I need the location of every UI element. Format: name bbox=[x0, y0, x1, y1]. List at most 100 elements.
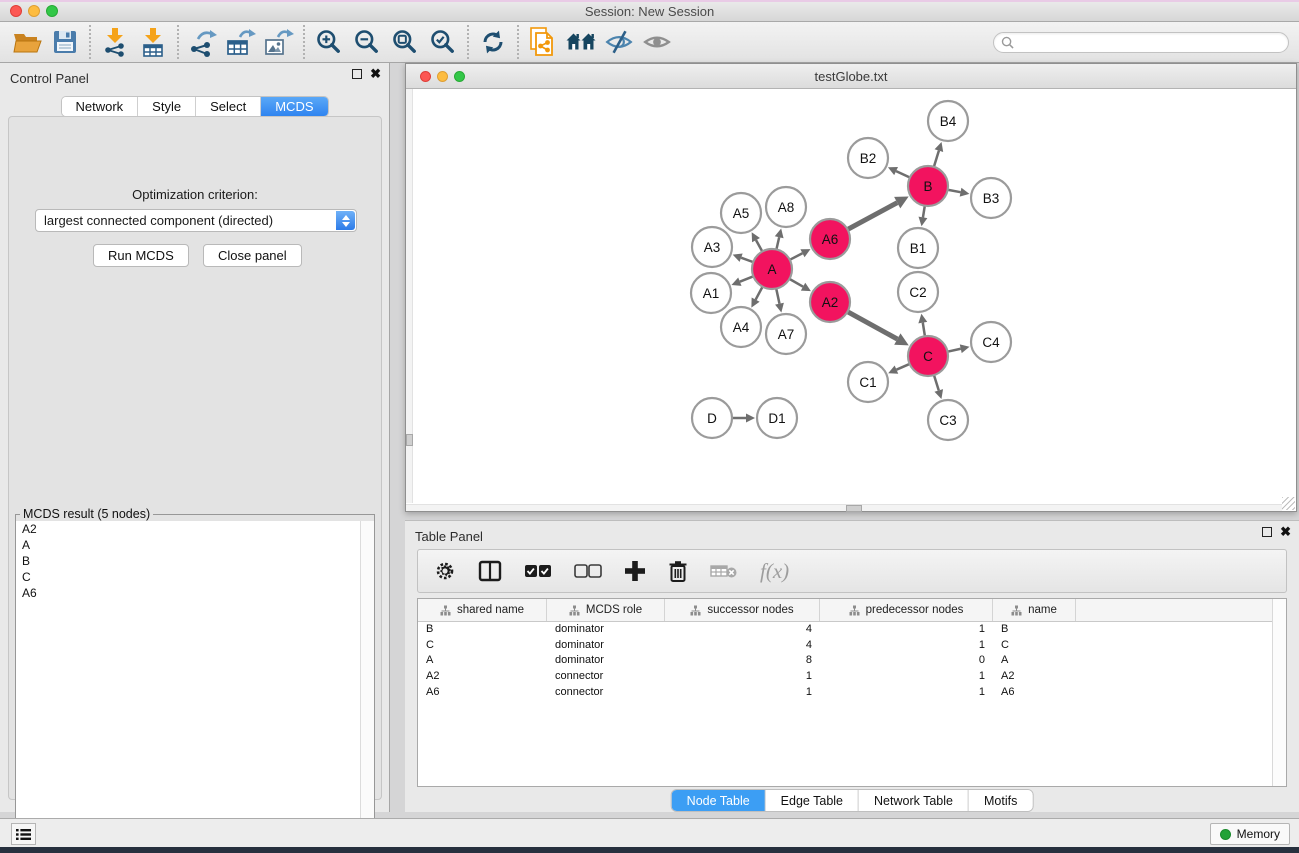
table-cell[interactable]: connector bbox=[547, 669, 665, 685]
search-input[interactable] bbox=[1014, 35, 1288, 51]
graph-edge-A-A7[interactable] bbox=[776, 289, 779, 304]
table-cell[interactable]: 1 bbox=[820, 685, 993, 701]
mcds-result-item[interactable]: A2 bbox=[16, 521, 374, 537]
table-cell[interactable]: A2 bbox=[418, 669, 547, 685]
graph-edge-A2-C[interactable] bbox=[848, 312, 898, 339]
column-header-MCDS-role[interactable]: MCDS role bbox=[547, 599, 665, 621]
table-cell[interactable]: 4 bbox=[665, 622, 820, 638]
column-header-successor-nodes[interactable]: successor nodes bbox=[665, 599, 820, 621]
network-hscroll-thumb[interactable] bbox=[846, 505, 862, 512]
network-vertical-scrollbar[interactable] bbox=[406, 89, 413, 503]
add-column-button[interactable] bbox=[624, 560, 646, 582]
delete-column-button[interactable] bbox=[668, 560, 688, 583]
float-table-panel-icon[interactable] bbox=[1262, 527, 1272, 537]
table-row[interactable]: A2connector11A2 bbox=[418, 669, 1286, 685]
zoom-selected-button[interactable] bbox=[424, 25, 462, 59]
table-cell[interactable]: 1 bbox=[820, 669, 993, 685]
graph-edge-C-C3[interactable] bbox=[934, 375, 939, 390]
column-layout-button[interactable] bbox=[478, 560, 502, 582]
mcds-result-item[interactable]: C bbox=[16, 569, 374, 585]
network-window-titlebar[interactable]: testGlobe.txt bbox=[406, 64, 1296, 89]
delete-table-button[interactable] bbox=[710, 563, 738, 579]
tab-select[interactable]: Select bbox=[196, 97, 261, 116]
graph-edge-A-A5[interactable] bbox=[756, 240, 762, 251]
zoom-out-button[interactable] bbox=[348, 25, 386, 59]
table-row[interactable]: Bdominator41B bbox=[418, 622, 1286, 638]
graph-edge-B-B3[interactable] bbox=[948, 190, 961, 192]
tab-mcds[interactable]: MCDS bbox=[261, 97, 327, 116]
graph-edge-C-C4[interactable] bbox=[948, 349, 961, 352]
graph-edge-C-C1[interactable] bbox=[896, 364, 909, 370]
export-image-button[interactable] bbox=[260, 25, 298, 59]
graph-edge-A-A3[interactable] bbox=[741, 258, 753, 262]
column-header-predecessor-nodes[interactable]: predecessor nodes bbox=[820, 599, 993, 621]
close-panel-icon[interactable]: ✖ bbox=[370, 69, 381, 79]
graph-edge-C-C2[interactable] bbox=[923, 323, 925, 337]
refresh-button[interactable] bbox=[474, 25, 512, 59]
graph-edge-A-A4[interactable] bbox=[756, 287, 763, 300]
mcds-result-item[interactable]: B bbox=[16, 553, 374, 569]
save-session-button[interactable] bbox=[46, 25, 84, 59]
table-cell[interactable]: 1 bbox=[665, 669, 820, 685]
network-document-button[interactable] bbox=[524, 25, 562, 59]
import-table-button[interactable] bbox=[134, 25, 172, 59]
function-builder-button[interactable]: f(x) bbox=[760, 559, 789, 584]
graph-edge-A-A6[interactable] bbox=[790, 253, 803, 260]
table-cell[interactable]: 8 bbox=[665, 653, 820, 669]
close-panel-button[interactable]: Close panel bbox=[203, 244, 302, 267]
show-panels-button[interactable] bbox=[638, 25, 676, 59]
column-header-shared-name[interactable]: shared name bbox=[418, 599, 547, 621]
table-row[interactable]: A6connector11A6 bbox=[418, 685, 1286, 701]
mcds-result-item[interactable]: A6 bbox=[16, 585, 374, 601]
tab-network[interactable]: Network bbox=[61, 97, 138, 116]
mcds-result-list[interactable]: A2ABCA6 bbox=[16, 521, 374, 844]
table-row[interactable]: Cdominator41C bbox=[418, 638, 1286, 654]
table-cell[interactable]: 0 bbox=[820, 653, 993, 669]
open-file-button[interactable] bbox=[8, 25, 46, 59]
zoom-fit-button[interactable] bbox=[386, 25, 424, 59]
tab-style[interactable]: Style bbox=[138, 97, 196, 116]
table-cell[interactable]: B bbox=[418, 622, 547, 638]
table-cell[interactable]: dominator bbox=[547, 638, 665, 654]
select-all-button[interactable] bbox=[524, 564, 552, 578]
table-cell[interactable]: 1 bbox=[820, 622, 993, 638]
table-cell[interactable]: A bbox=[993, 653, 1076, 669]
deselect-all-button[interactable] bbox=[574, 564, 602, 578]
table-cell[interactable]: 4 bbox=[665, 638, 820, 654]
mcds-result-scrollbar[interactable] bbox=[360, 521, 374, 844]
table-cell[interactable]: B bbox=[993, 622, 1076, 638]
float-panel-icon[interactable] bbox=[352, 69, 362, 79]
table-cell[interactable]: A bbox=[418, 653, 547, 669]
table-cell[interactable]: connector bbox=[547, 685, 665, 701]
run-mcds-button[interactable]: Run MCDS bbox=[93, 244, 189, 267]
table-cell[interactable]: A2 bbox=[993, 669, 1076, 685]
tab-edge-table[interactable]: Edge Table bbox=[766, 790, 859, 811]
graph-edge-A-A8[interactable] bbox=[776, 237, 779, 249]
import-network-button[interactable] bbox=[96, 25, 134, 59]
memory-button[interactable]: Memory bbox=[1210, 823, 1290, 845]
graph-edge-A-A1[interactable] bbox=[740, 276, 754, 281]
close-table-panel-icon[interactable]: ✖ bbox=[1280, 527, 1291, 537]
tab-node-table[interactable]: Node Table bbox=[672, 790, 766, 811]
network-vscroll-thumb[interactable] bbox=[406, 434, 413, 446]
task-history-button[interactable] bbox=[11, 823, 36, 845]
table-cell[interactable]: C bbox=[418, 638, 547, 654]
graph-edge-A6-B[interactable] bbox=[848, 203, 898, 230]
table-cell[interactable]: C bbox=[993, 638, 1076, 654]
table-cell[interactable]: 1 bbox=[820, 638, 993, 654]
window-resize-grip[interactable] bbox=[1282, 497, 1295, 510]
table-cell[interactable]: dominator bbox=[547, 622, 665, 638]
zoom-in-button[interactable] bbox=[310, 25, 348, 59]
column-header-name[interactable]: name bbox=[993, 599, 1076, 621]
graph-edge-B-B1[interactable] bbox=[923, 206, 925, 218]
hide-panels-button[interactable] bbox=[600, 25, 638, 59]
node-table-scrollbar[interactable] bbox=[1272, 599, 1286, 786]
table-settings-button[interactable] bbox=[434, 560, 456, 582]
export-table-button[interactable] bbox=[222, 25, 260, 59]
table-cell[interactable]: A6 bbox=[993, 685, 1076, 701]
tab-network-table[interactable]: Network Table bbox=[859, 790, 969, 811]
table-cell[interactable]: dominator bbox=[547, 653, 665, 669]
graph-edge-A-A2[interactable] bbox=[789, 279, 803, 287]
network-canvas[interactable]: B4B2BB3A5A8A6A3B1AC2A1A2A4A7C4CC1DD1C3 bbox=[406, 89, 1296, 511]
mcds-result-item[interactable]: A bbox=[16, 537, 374, 553]
